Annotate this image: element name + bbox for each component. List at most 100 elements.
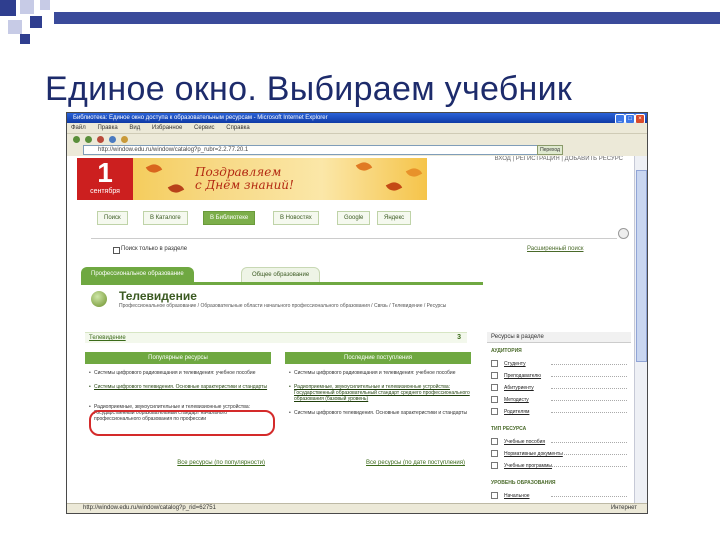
scrollbar-thumb[interactable] <box>636 170 647 362</box>
filter-label[interactable]: Начальное <box>504 493 530 499</box>
tab-catalog[interactable]: В Каталоге <box>143 211 188 225</box>
top-links[interactable]: ВХОД | РЕГИСТРАЦИЯ | ДОБАВИТЬ РЕСУРС <box>495 156 623 162</box>
filter-item[interactable]: Методисту <box>491 396 627 404</box>
tab-search[interactable]: Поиск <box>97 211 128 225</box>
menu-favorites[interactable]: Избранное <box>152 125 182 131</box>
decor-square <box>40 0 50 10</box>
stop-icon[interactable] <box>97 136 104 143</box>
decor-square <box>30 16 42 28</box>
category-row: Телевидение 3 <box>85 332 467 343</box>
education-level-heading: УРОВЕНЬ ОБРАЗОВАНИЯ <box>491 480 556 486</box>
leaf-icon <box>145 161 163 176</box>
latest-resources-list: Системы цифрового радиовещания и телевид… <box>285 366 471 474</box>
leader-dots <box>551 454 627 455</box>
filter-label[interactable]: Преподавателю <box>504 373 541 379</box>
forward-icon[interactable] <box>85 136 92 143</box>
menu-view[interactable]: Вид <box>129 125 140 131</box>
filter-item[interactable]: Начальное <box>491 492 627 500</box>
filter-checkbox[interactable] <box>491 372 498 380</box>
search-in-section-label: Поиск только в разделе <box>121 246 188 252</box>
section-breadcrumb[interactable]: Профессиональное образование / Образоват… <box>119 303 471 310</box>
menu-tools[interactable]: Сервис <box>194 125 215 131</box>
section-title: Телевидение <box>119 289 197 303</box>
all-latest-link[interactable]: Все ресурсы (по дате поступления) <box>366 460 465 466</box>
filter-item[interactable]: Нормативные документы <box>491 450 627 458</box>
filter-label[interactable]: Методисту <box>504 397 529 403</box>
leader-dots <box>551 496 627 497</box>
filter-item[interactable]: Учебные программы <box>491 462 627 470</box>
menu-file[interactable]: Файл <box>71 125 86 131</box>
filter-item[interactable]: Абитуриенту <box>491 384 627 392</box>
tab-yandex[interactable]: Яндекс <box>377 211 412 225</box>
category-link[interactable]: Телевидение <box>89 335 126 341</box>
banner-line-2: с Днём знаний! <box>195 178 294 192</box>
tab-news[interactable]: В Новостях <box>273 211 319 225</box>
filter-checkbox[interactable] <box>491 438 498 446</box>
window-titlebar: Библиотека: Единое окно доступа к образо… <box>67 113 647 123</box>
back-icon[interactable] <box>73 136 80 143</box>
leaf-icon <box>385 179 403 194</box>
list-item[interactable]: Радиоприемные, звукоусилительные и телев… <box>289 384 470 402</box>
filter-item[interactable]: Преподавателю <box>491 372 627 380</box>
status-zone: Интернет <box>610 505 637 511</box>
slide-title: Единое окно. Выбираем учебник <box>45 70 573 108</box>
filter-checkbox[interactable] <box>491 450 498 458</box>
list-item[interactable]: Системы цифрового телевидения. Основные … <box>289 410 470 416</box>
filter-checkbox[interactable] <box>491 360 498 368</box>
list-item[interactable]: Системы цифрового телевидения. Основные … <box>89 384 270 390</box>
list-item[interactable]: Системы цифрового радиовещания и телевид… <box>89 370 270 376</box>
popular-resources-header: Популярные ресурсы <box>85 352 271 364</box>
slide-top-bar <box>54 12 720 24</box>
latest-resources-header: Последние поступления <box>285 352 471 364</box>
refresh-icon[interactable] <box>109 136 116 143</box>
filter-item[interactable]: Родителям <box>491 408 627 416</box>
calendar-day: 1 <box>97 158 113 188</box>
leader-dots <box>551 400 627 401</box>
tab-underline <box>81 282 483 285</box>
calendar-icon: 1 сентября <box>77 158 133 200</box>
decor-square <box>8 20 22 34</box>
leaf-icon <box>355 159 373 174</box>
filter-checkbox[interactable] <box>491 492 498 500</box>
go-button[interactable]: Переход <box>537 145 563 155</box>
all-popular-link[interactable]: Все ресурсы (по популярности) <box>177 460 265 466</box>
banner-text: Поздравляем с Днём знаний! <box>195 166 294 192</box>
leader-dots <box>551 388 627 389</box>
filter-label[interactable]: Абитуриенту <box>504 385 534 391</box>
filter-checkbox[interactable] <box>491 462 498 470</box>
highlight-circle <box>89 410 275 436</box>
audience-heading: АУДИТОРИЯ <box>491 348 522 354</box>
leaf-icon <box>405 165 423 180</box>
vertical-scrollbar[interactable] <box>634 156 647 504</box>
search-icon[interactable] <box>618 228 629 239</box>
home-icon[interactable] <box>121 136 128 143</box>
filter-checkbox[interactable] <box>491 396 498 404</box>
address-field[interactable]: http://window.edu.ru/window/catalog?p_ru… <box>83 145 549 155</box>
filter-item[interactable]: Студенту <box>491 360 627 368</box>
decor-square <box>0 0 16 16</box>
calendar-month: сентября <box>90 188 120 195</box>
filter-label[interactable]: Родителям <box>504 409 529 415</box>
filter-checkbox[interactable] <box>491 408 498 416</box>
leader-dots <box>551 412 627 413</box>
leader-dots <box>551 442 627 443</box>
filter-label[interactable]: Студенту <box>504 361 526 367</box>
decor-square <box>20 0 34 14</box>
search-in-section-checkbox[interactable] <box>113 247 120 254</box>
search-input[interactable] <box>91 230 617 239</box>
filter-checkbox[interactable] <box>491 384 498 392</box>
toolbar <box>67 133 647 145</box>
menu-edit[interactable]: Правка <box>97 125 117 131</box>
filter-label[interactable]: Учебные пособия <box>504 439 545 445</box>
advanced-search-link[interactable]: Расширенный поиск <box>527 246 584 252</box>
tab-library[interactable]: В Библиотеке <box>203 211 256 225</box>
list-item[interactable]: Системы цифрового радиовещания и телевид… <box>289 370 470 376</box>
decor-square <box>20 34 30 44</box>
menu-help[interactable]: Справка <box>226 125 250 131</box>
tab-google[interactable]: Google <box>337 211 371 225</box>
tab-professional-education[interactable]: Профессиональное образование <box>81 267 194 282</box>
filter-label[interactable]: Учебные программы <box>504 463 552 469</box>
filter-item[interactable]: Учебные пособия <box>491 438 627 446</box>
holiday-banner[interactable]: 1 сентября Поздравляем с Днём знаний! <box>77 158 427 200</box>
resource-type-heading: ТИП РЕСУРСА <box>491 426 527 432</box>
